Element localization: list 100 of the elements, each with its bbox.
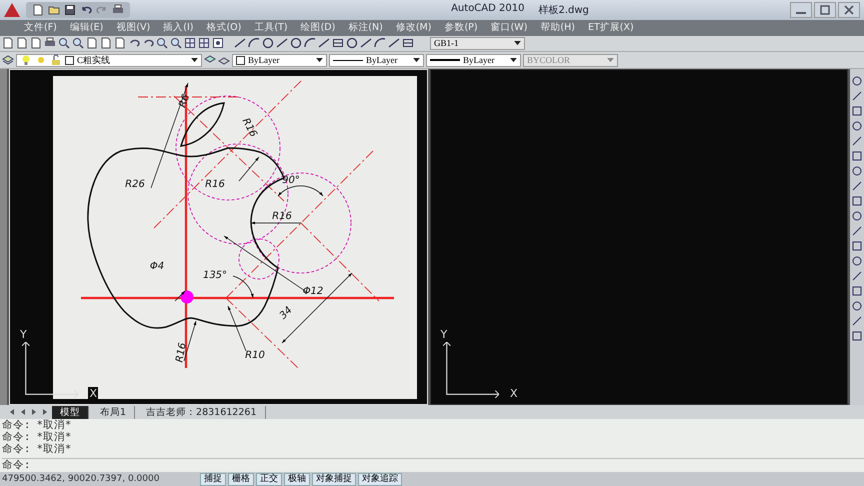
menu-item[interactable]: 标注(N) — [348, 21, 383, 34]
menu-item[interactable]: 视图(V) — [116, 21, 150, 34]
circle-icon[interactable] — [851, 120, 863, 132]
menu-item[interactable]: 修改(M) — [396, 21, 432, 34]
coordinate-axes-icon — [22, 342, 78, 398]
line-icon[interactable] — [851, 225, 863, 238]
circle-icon[interactable] — [851, 210, 863, 222]
line-icon[interactable] — [851, 180, 863, 192]
dimension-label: 135° — [202, 270, 228, 282]
dimension-label: R6 — [177, 93, 192, 110]
minimize-icon[interactable] — [790, 2, 812, 18]
magnifier-icon[interactable] — [58, 37, 70, 50]
selection-grip[interactable] — [180, 290, 194, 304]
circle-icon[interactable] — [262, 37, 274, 50]
axis-label: Y — [440, 328, 448, 342]
menu-item[interactable]: 插入(I) — [163, 21, 194, 34]
grid-icon[interactable] — [851, 150, 863, 162]
grid-icon[interactable] — [184, 37, 196, 50]
menu-item[interactable]: 编辑(E) — [70, 21, 104, 34]
menu-item[interactable]: 工具(T) — [254, 21, 288, 34]
circle-icon[interactable] — [851, 300, 863, 312]
grid-icon[interactable] — [851, 105, 863, 118]
circle-icon[interactable] — [346, 37, 358, 50]
color-dropdown[interactable]: ByLayer — [232, 54, 327, 67]
window-title: AutoCAD 2010 样板2.dwg — [450, 2, 590, 17]
grid-icon[interactable] — [402, 37, 414, 50]
arc-icon[interactable] — [374, 37, 386, 50]
layers-icon[interactable] — [2, 54, 14, 66]
circle-icon[interactable] — [851, 75, 863, 88]
dimension-leader — [238, 156, 260, 182]
caret-icon — [316, 58, 323, 63]
padlock-icon — [50, 54, 62, 66]
command-history-line: 命令: *取消* — [2, 431, 72, 444]
close-icon[interactable] — [838, 2, 860, 18]
menu-item[interactable]: 帮助(H) — [540, 21, 575, 34]
dimension-label: Φ4 — [150, 261, 164, 272]
line-icon[interactable] — [318, 37, 330, 50]
command-history-line: 命令: *取消* — [2, 419, 72, 432]
magnifier-icon[interactable] — [156, 37, 168, 50]
command-history-line: 命令: *取消* — [2, 443, 72, 456]
lineweight-dropdown[interactable]: ByLayer — [426, 54, 521, 67]
line-icon[interactable] — [234, 37, 246, 50]
circle-icon[interactable] — [851, 165, 863, 178]
dimension-label: R26 — [125, 179, 145, 190]
coordinate-axes-icon — [442, 342, 498, 398]
caret-icon — [510, 58, 517, 63]
arc-icon[interactable] — [248, 37, 260, 50]
line-icon[interactable] — [851, 90, 863, 102]
menu-item[interactable]: 格式(O) — [206, 21, 242, 34]
line-icon[interactable] — [360, 37, 372, 50]
caret-icon — [514, 40, 521, 46]
circle-icon[interactable] — [851, 255, 863, 268]
status-toggle[interactable]: 正交 — [256, 472, 282, 486]
print-icon[interactable] — [112, 4, 124, 16]
dimension-label: R16 — [205, 179, 225, 190]
caret-icon — [191, 58, 198, 63]
circle-icon[interactable] — [290, 37, 302, 50]
line-icon[interactable] — [276, 37, 288, 50]
folder-icon[interactable] — [48, 4, 60, 16]
menu-item[interactable]: 绘图(D) — [300, 21, 336, 34]
dimension-style-dropdown[interactable]: GB1-1 — [430, 36, 525, 50]
dimension-label: 34 — [278, 305, 295, 322]
menu-item[interactable]: 文件(F) — [24, 21, 57, 34]
magnifier-icon[interactable] — [72, 37, 84, 50]
layout-tab[interactable]: 模型 — [52, 406, 89, 419]
status-toggle[interactable]: 极轴 — [284, 472, 310, 486]
line-icon[interactable] — [851, 270, 863, 282]
dimension-leader — [228, 306, 246, 352]
grid-icon[interactable] — [851, 240, 863, 252]
restore-icon[interactable] — [814, 2, 836, 18]
linetype-dropdown[interactable]: ByLayer — [329, 54, 424, 67]
status-toggle[interactable]: 捕捉 — [200, 472, 226, 486]
dimension-label: R10 — [245, 350, 265, 362]
line-icon[interactable] — [851, 135, 863, 148]
grid-icon[interactable] — [332, 37, 344, 50]
dimension-label: R16 — [174, 342, 189, 364]
menu-item[interactable]: 窗口(W) — [490, 21, 528, 34]
cursor-coordinates: 479500.3462, 90020.7397, 0.0000 — [2, 474, 160, 484]
new-file-icon[interactable] — [32, 4, 44, 16]
angle-dimension-arc — [232, 276, 254, 299]
menu-item[interactable]: 参数(P) — [444, 21, 478, 34]
status-toggle[interactable]: 栅格 — [228, 472, 254, 486]
grid-icon[interactable] — [198, 37, 210, 50]
menu-item[interactable]: ET扩展(X) — [588, 21, 634, 34]
dimension-line — [282, 272, 352, 344]
arc-icon[interactable] — [304, 37, 316, 50]
status-toggle[interactable]: 对象追踪 — [358, 472, 402, 486]
line-icon[interactable] — [851, 315, 863, 328]
grid-icon[interactable] — [851, 330, 863, 342]
line-icon[interactable] — [388, 37, 400, 50]
dimension-label: Φ12 — [302, 286, 324, 298]
magnifier-icon[interactable] — [170, 37, 182, 50]
grid-icon[interactable] — [851, 195, 863, 208]
axis-label: X — [88, 387, 98, 400]
angle-dimension-arc — [278, 186, 324, 197]
layer-dropdown[interactable]: C粗实线 — [16, 54, 202, 67]
grid-icon[interactable] — [851, 285, 863, 298]
dimension-label: R16 — [240, 116, 259, 140]
viewport[interactable]: Y X — [430, 69, 848, 406]
status-toggle[interactable]: 对象捕捉 — [312, 472, 356, 486]
